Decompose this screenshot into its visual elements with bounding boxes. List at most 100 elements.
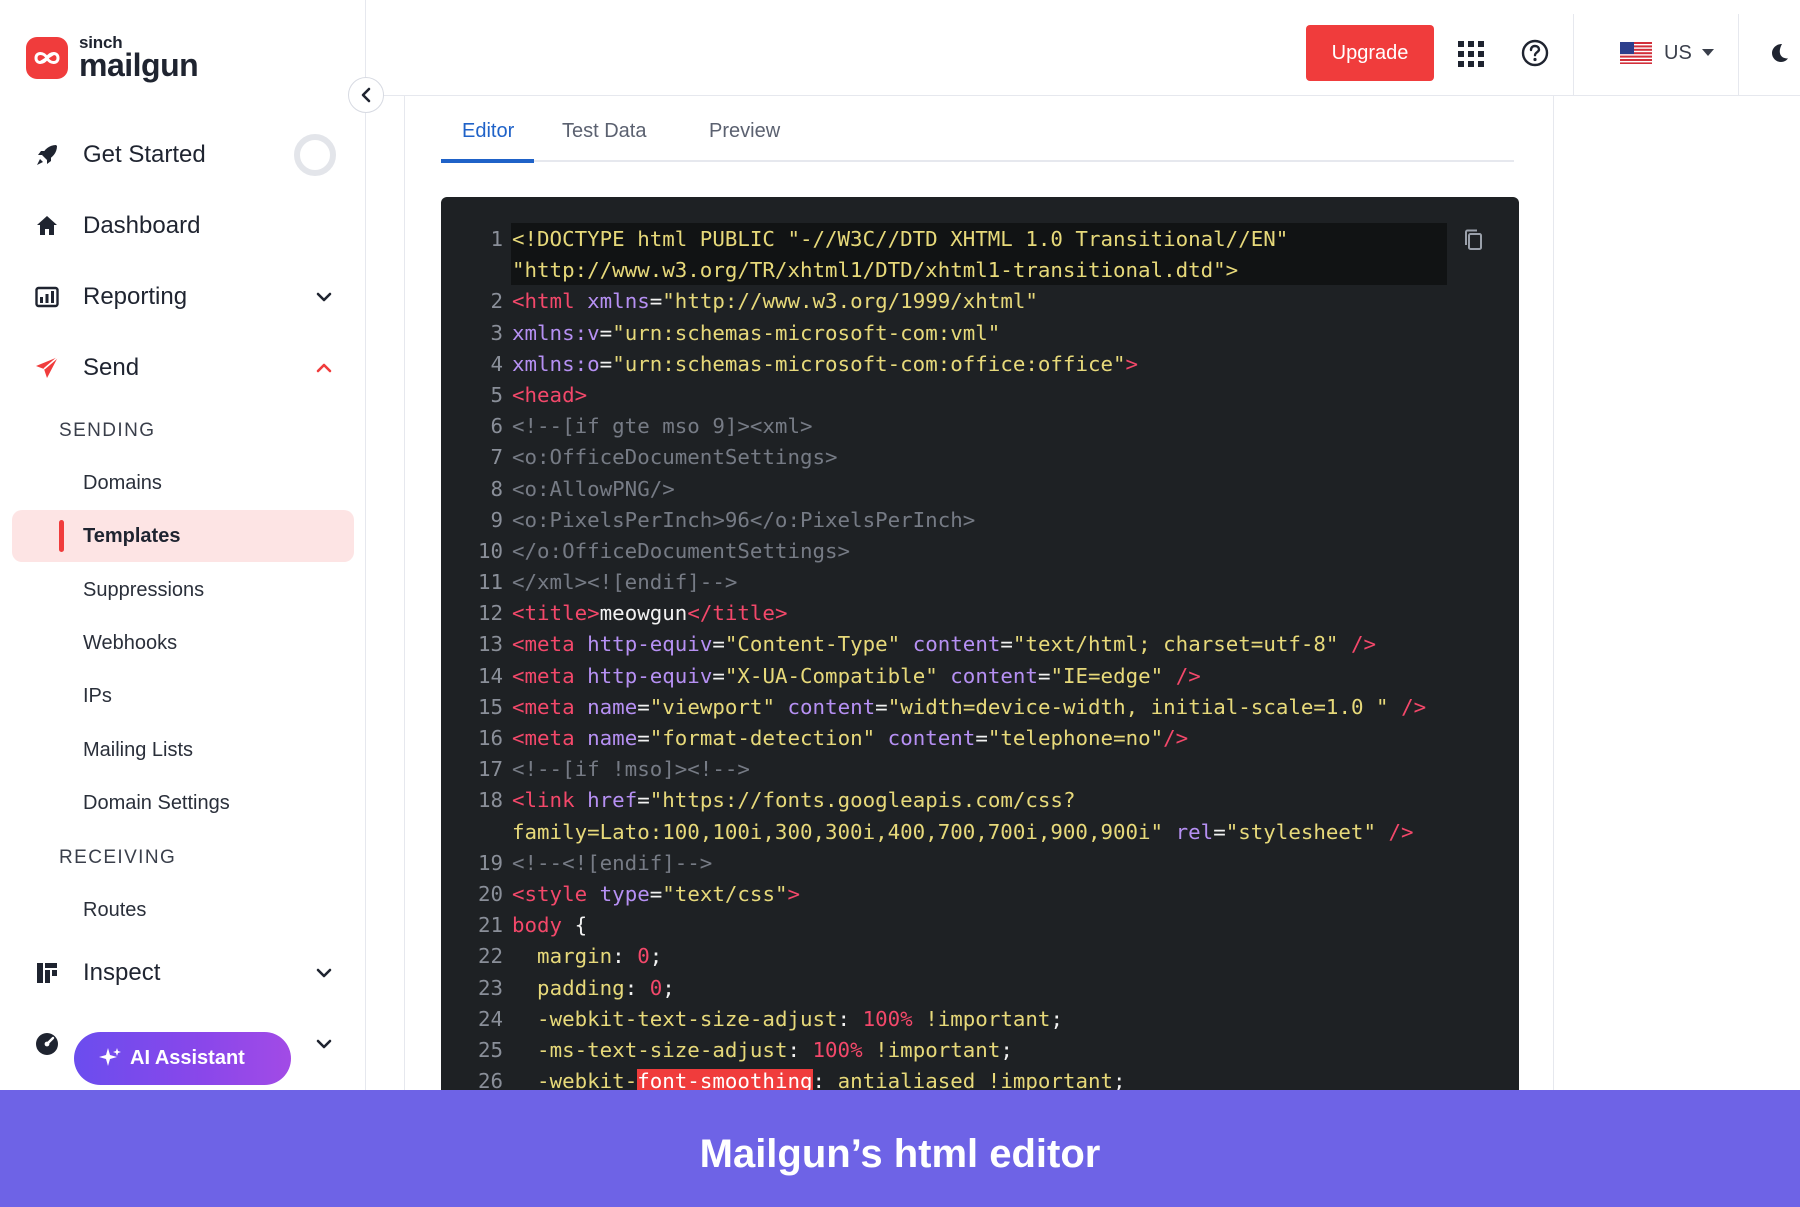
code-line[interactable]: 3 xmlns:v="urn:schemas-microsoft-com:vml": [441, 318, 1426, 349]
sidebar-item-domains[interactable]: Domains: [12, 457, 354, 509]
help-icon[interactable]: [1521, 39, 1549, 67]
sidebar-item-ips[interactable]: IPs: [12, 670, 354, 722]
code-line[interactable]: "http://www.w3.org/TR/xhtml1/DTD/xhtml1-…: [441, 255, 1426, 286]
code-token: ;: [1050, 1006, 1063, 1031]
code-line[interactable]: 24 -webkit-text-size-adjust: 100% !impor…: [441, 1004, 1426, 1035]
code-token: =: [712, 632, 725, 657]
code-token: content: [787, 694, 876, 719]
code-line[interactable]: 22 margin: 0;: [441, 941, 1426, 972]
code-token: "IE=edge": [1050, 663, 1164, 688]
code-token: =: [975, 726, 988, 750]
code-line[interactable]: 25 -ms-text-size-adjust: 100% !important…: [441, 1035, 1426, 1066]
code-line[interactable]: 4 xmlns:o="urn:schemas-microsoft-com:offi…: [441, 349, 1426, 380]
code-line[interactable]: 26 -webkit-font-smoothing: antialiased !…: [441, 1066, 1426, 1090]
collapse-sidebar-button[interactable]: [348, 77, 384, 113]
code-token: =: [712, 663, 725, 688]
code-line[interactable]: 23 padding: 0;: [441, 973, 1426, 1004]
code-editor[interactable]: 1 <!DOCTYPE html PUBLIC "-//W3C//DTD XHTM…: [441, 197, 1519, 1090]
mailgun-logo[interactable]: sinch mailgun: [26, 34, 199, 81]
code-token: =: [637, 726, 650, 750]
code-line[interactable]: 2 <html xmlns="http://www.w3.org/1999/xht…: [441, 286, 1426, 317]
chevron-down-icon[interactable]: [312, 1032, 336, 1056]
code-line[interactable]: 12 <title>meowgun</title>: [441, 598, 1426, 629]
copy-icon[interactable]: [1462, 228, 1484, 252]
code-text: padding: 0;: [512, 973, 675, 1004]
chevron-down-icon[interactable]: [312, 285, 336, 309]
progress-ring: [294, 134, 336, 176]
code-line[interactable]: 10 </o:OfficeDocumentSettings>: [441, 536, 1426, 567]
code-line[interactable]: 18 <link href="https://fonts.googleapis.c…: [441, 785, 1426, 816]
code-token: "Content-Type": [724, 632, 901, 657]
sidebar-item-label: Domains: [83, 471, 162, 494]
paper-plane-icon: [34, 355, 60, 381]
code-token: font-smoothing: [637, 1069, 813, 1090]
code-token: >: [1125, 351, 1139, 376]
tab-editor[interactable]: Editor: [462, 120, 514, 143]
code-lines[interactable]: 1 <!DOCTYPE html PUBLIC "-//W3C//DTD XHTM…: [441, 224, 1426, 1090]
chevron-down-icon[interactable]: [312, 961, 336, 985]
code-line[interactable]: 8 <o:AllowPNG/>: [441, 474, 1426, 505]
sidebar-item-webhooks[interactable]: Webhooks: [12, 617, 354, 669]
region-selector[interactable]: US: [1620, 38, 1714, 68]
sidebar-item-domain-settings[interactable]: Domain Settings: [12, 777, 354, 829]
code-token: "urn:schemas-microsoft-com:office:office…: [612, 351, 1126, 376]
sidebar-item-suppressions[interactable]: Suppressions: [12, 564, 354, 616]
line-number: 1: [490, 227, 503, 251]
us-flag-icon: [1620, 42, 1652, 64]
code-line[interactable]: 20 <style type="text/css">: [441, 879, 1426, 910]
nav-get-started[interactable]: Get Started: [0, 130, 366, 180]
line-number: 2: [490, 289, 503, 314]
nav-inspect[interactable]: Inspect: [0, 948, 366, 998]
code-line[interactable]: 6 <!--[if gte mso 9]><xml>: [441, 411, 1426, 442]
chevron-up-icon[interactable]: [312, 356, 336, 380]
nav-send[interactable]: Send: [0, 343, 366, 393]
apps-grid-icon[interactable]: [1458, 41, 1484, 67]
code-text: body {: [512, 910, 587, 941]
sidebar-item-label: Routes: [83, 898, 147, 921]
code-token: =: [599, 351, 613, 376]
sidebar-item-routes[interactable]: Routes: [12, 884, 354, 936]
line-number: 14: [477, 663, 503, 688]
line-number: 9: [490, 507, 503, 532]
code-line[interactable]: 14 <meta http-equiv="X-UA-Compatible" con…: [441, 661, 1426, 692]
code-token: <!--[if gte mso 9]><xml>: [512, 414, 813, 439]
tab-preview[interactable]: Preview: [709, 120, 780, 143]
code-line[interactable]: 9 <o:PixelsPerInch>96</o:PixelsPerInch>: [441, 505, 1426, 536]
code-token: "viewport": [649, 694, 775, 719]
code-text: margin: 0;: [512, 941, 662, 972]
code-line[interactable]: 1 <!DOCTYPE html PUBLIC "-//W3C//DTD XHTM…: [441, 224, 1426, 255]
gauge-icon: [34, 1031, 60, 1057]
code-line[interactable]: family=Lato:100,100i,300,300i,400,700,70…: [441, 817, 1426, 848]
code-token: 0: [649, 975, 663, 1000]
code-token: =: [637, 694, 650, 719]
sidebar-item-mailing-lists[interactable]: Mailing Lists: [12, 724, 354, 776]
sidebar-item-templates[interactable]: Templates: [12, 510, 354, 562]
nav-dashboard[interactable]: Dashboard: [0, 201, 366, 251]
code-line[interactable]: 21 body {: [441, 910, 1426, 941]
code-token: <html: [512, 289, 575, 314]
code-line[interactable]: 15 <meta name="viewport" content="width=d…: [441, 692, 1426, 723]
ai-assistant-button[interactable]: AI Assistant: [74, 1032, 291, 1085]
caption-banner: Mailgun’s html editor: [0, 1090, 1800, 1207]
code-token: <o:PixelsPerInch>96</o:PixelsPerInch>: [512, 507, 976, 532]
code-token: 0: [637, 944, 650, 969]
code-line[interactable]: 13 <meta http-equiv="Content-Type" conten…: [441, 629, 1426, 660]
template-editor-panel: Editor Test Data Preview 1 <!DOCTYPE html…: [404, 96, 1554, 1090]
upgrade-button[interactable]: Upgrade: [1306, 25, 1434, 81]
code-line[interactable]: 11 </xml><![endif]-->: [441, 567, 1426, 598]
moon-icon[interactable]: [1768, 42, 1790, 64]
code-line[interactable]: 16 <meta name="format-detection" content=…: [441, 723, 1426, 754]
code-line[interactable]: 7 <o:OfficeDocumentSettings>: [441, 442, 1426, 473]
line-number: 8: [490, 476, 503, 501]
code-line[interactable]: 5 <head>: [441, 380, 1426, 411]
tab-test-data[interactable]: Test Data: [562, 120, 646, 143]
code-line[interactable]: 19 <!--<![endif]-->: [441, 848, 1426, 879]
code-token: "width=device-width, initial-scale=1.0 ": [887, 694, 1389, 719]
code-line[interactable]: 17 <!--[if !mso]><!-->: [441, 754, 1426, 785]
mailgun-logo-icon: [26, 36, 68, 79]
nav-reporting[interactable]: Reporting: [0, 272, 366, 322]
